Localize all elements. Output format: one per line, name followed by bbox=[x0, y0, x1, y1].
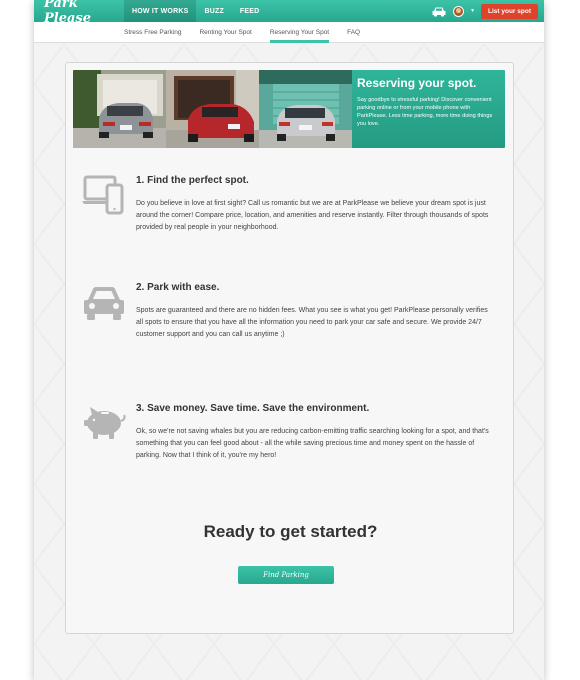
banner-title: Reserving your spot. bbox=[357, 76, 477, 90]
content-card: Reserving your spot. Say goodbye to stre… bbox=[65, 62, 514, 634]
tab-renting-your-spot[interactable]: Renting Your Spot bbox=[199, 22, 251, 43]
sub-nav: Stress Free Parking Renting Your Spot Re… bbox=[34, 22, 544, 43]
devices-icon bbox=[82, 175, 124, 215]
section-body: Spots are guaranteed and there are no hi… bbox=[136, 307, 488, 338]
chevron-down-icon[interactable]: ▼ bbox=[470, 8, 475, 14]
car-icon bbox=[84, 287, 124, 320]
section-body: Ok, so we're not saving whales but you a… bbox=[136, 428, 489, 459]
piggy-bank-icon bbox=[84, 407, 126, 439]
list-your-spot-button[interactable]: List your spot bbox=[481, 3, 538, 19]
banner-description: Say goodbye to stressful parking! Discov… bbox=[357, 97, 493, 127]
section-title: 3. Save money. Save time. Save the envir… bbox=[136, 403, 370, 414]
find-parking-button[interactable]: Find Parking bbox=[238, 566, 334, 584]
car-icon[interactable] bbox=[431, 6, 447, 17]
nav-how-it-works[interactable]: HOW IT WORKS bbox=[124, 0, 197, 22]
driveway-photo-3 bbox=[259, 70, 352, 148]
cta-heading: Ready to get started? bbox=[203, 522, 378, 541]
tab-stress-free-parking[interactable]: Stress Free Parking bbox=[124, 22, 181, 43]
driveway-photo-2 bbox=[166, 70, 259, 148]
tab-faq[interactable]: FAQ bbox=[347, 22, 360, 43]
driveway-photo-1 bbox=[73, 70, 166, 148]
banner-text-panel: Reserving your spot. Say goodbye to stre… bbox=[352, 70, 505, 148]
hero-banner: Reserving your spot. Say goodbye to stre… bbox=[73, 70, 505, 148]
page-frame: Park Please HOW IT WORKS BUZZ FEED ▼ Lis… bbox=[34, 0, 544, 680]
nav-feed[interactable]: FEED bbox=[232, 0, 267, 22]
section-body: Do you believe in love at first sight? C… bbox=[136, 200, 489, 231]
avatar[interactable] bbox=[453, 5, 465, 17]
section-title: 1. Find the perfect spot. bbox=[136, 175, 249, 186]
tab-reserving-your-spot[interactable]: Reserving Your Spot bbox=[269, 22, 330, 43]
top-navbar: Park Please HOW IT WORKS BUZZ FEED ▼ Lis… bbox=[34, 0, 544, 26]
nav-buzz[interactable]: BUZZ bbox=[196, 0, 231, 22]
section-title: 2. Park with ease. bbox=[136, 282, 220, 293]
main-nav: HOW IT WORKS BUZZ FEED bbox=[124, 0, 267, 22]
user-area: ▼ List your spot bbox=[431, 3, 544, 19]
